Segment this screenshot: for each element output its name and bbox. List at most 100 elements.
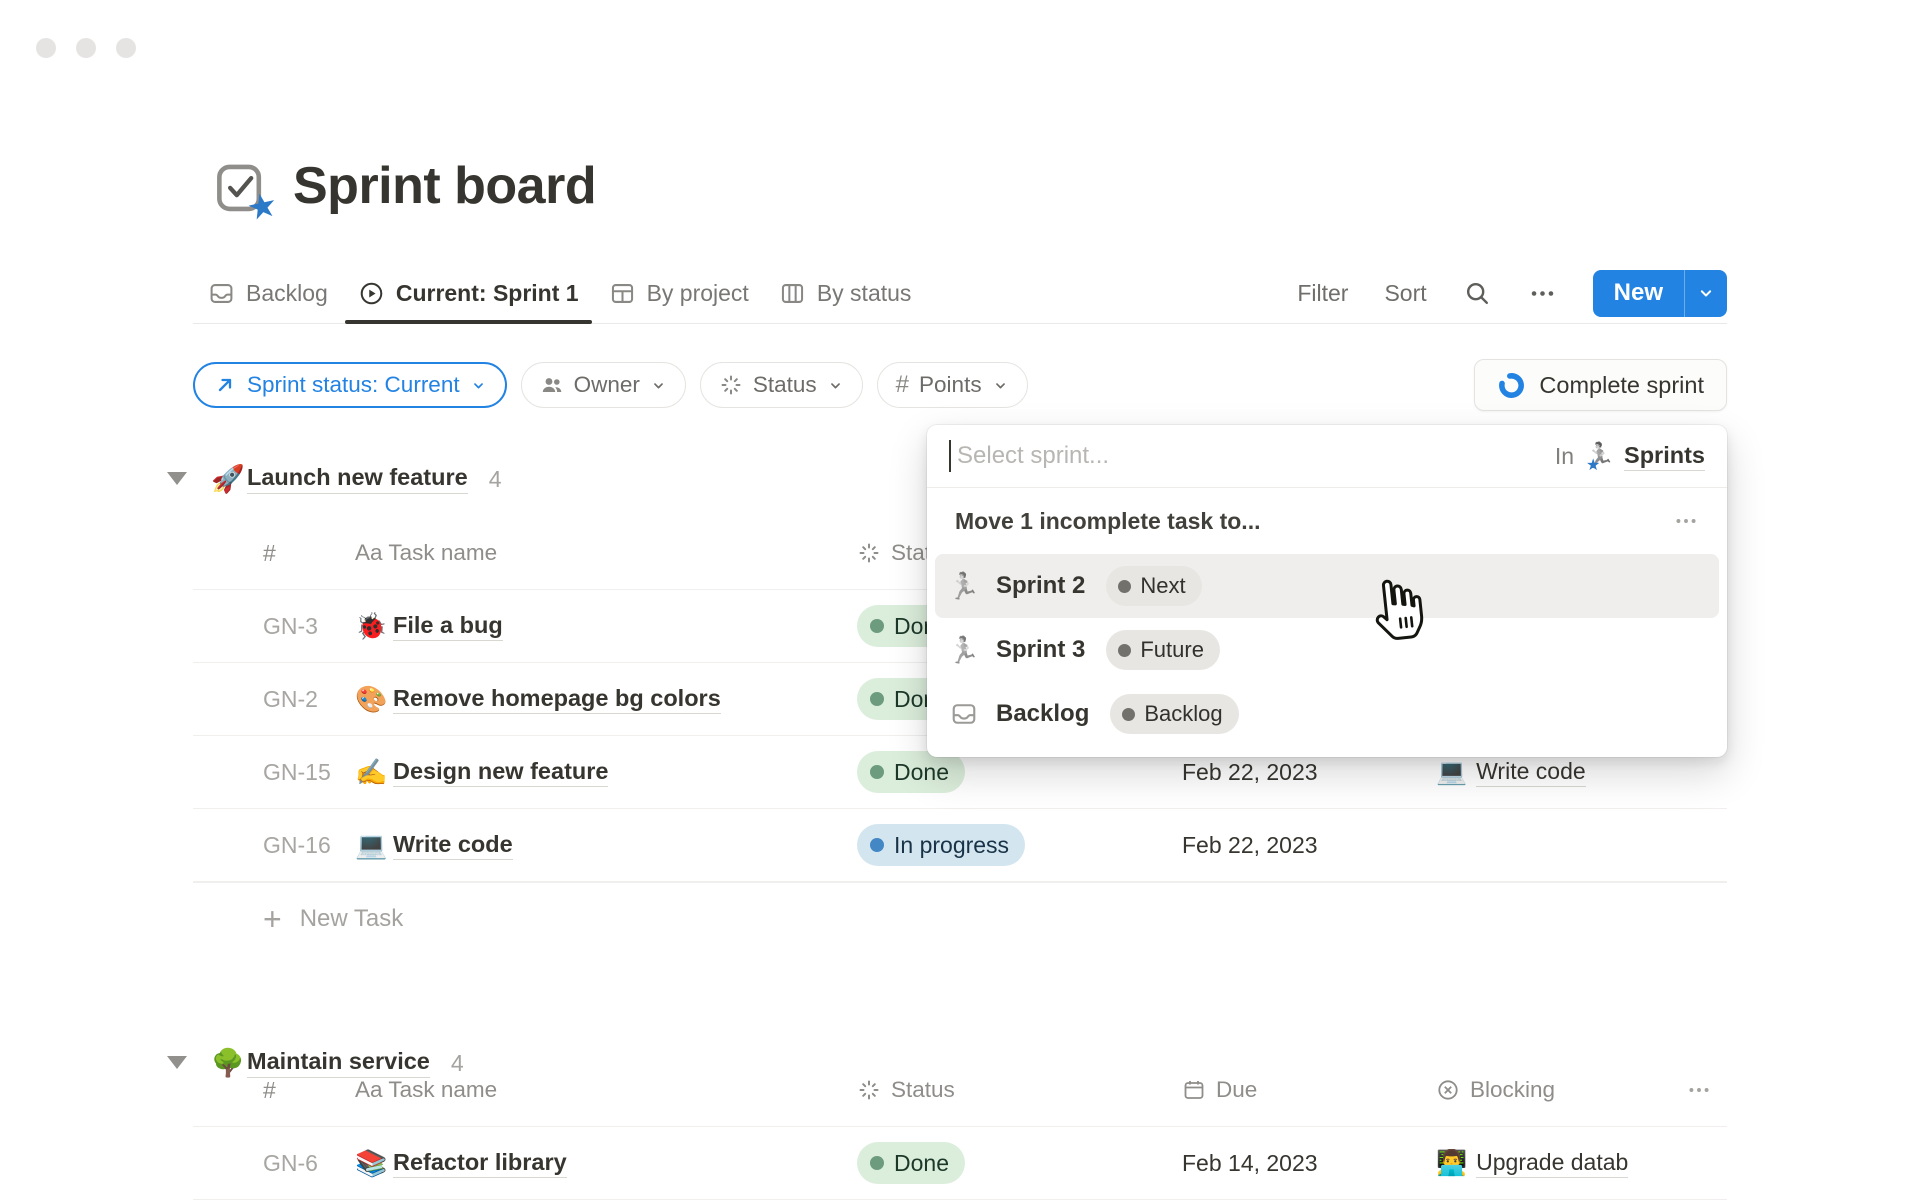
table-icon xyxy=(609,280,636,307)
column-header-task-name[interactable]: Aa Task name xyxy=(355,540,857,566)
column-header-label: Blocking xyxy=(1470,1077,1555,1103)
due-date[interactable]: Feb 14, 2023 xyxy=(1182,1150,1436,1177)
chevron-down-icon[interactable] xyxy=(1685,283,1727,303)
sprint-status-badge: Next xyxy=(1106,566,1201,606)
filter-chip-sprint-status[interactable]: Sprint status: Current xyxy=(193,362,507,408)
complete-sprint-button[interactable]: Complete sprint xyxy=(1474,359,1727,411)
tab-label: By status xyxy=(817,280,912,307)
option-backlog[interactable]: Backlog Backlog xyxy=(935,682,1719,746)
status-dot-icon xyxy=(870,619,884,633)
checkbox-star-icon[interactable]: ★ xyxy=(213,158,269,214)
sort-button[interactable]: Sort xyxy=(1384,280,1426,307)
due-date[interactable]: Feb 22, 2023 xyxy=(1182,832,1436,859)
group-title-link[interactable]: Launch new feature xyxy=(247,464,468,494)
sprint-status-badge: Backlog xyxy=(1110,694,1238,734)
plus-icon: + xyxy=(193,903,282,935)
complete-sprint-label: Complete sprint xyxy=(1539,372,1704,399)
scope-name-link[interactable]: Sprints xyxy=(1624,442,1705,471)
tab-backlog[interactable]: Backlog xyxy=(193,263,343,323)
tab-label: Current: Sprint 1 xyxy=(396,280,579,307)
table-row[interactable]: GN-16 💻 Write code In progress Feb 22, 2… xyxy=(193,808,1727,882)
task-emoji: 🐞 xyxy=(355,611,393,642)
task-name-link[interactable]: Design new feature xyxy=(393,758,608,787)
filter-chip-points[interactable]: # Points xyxy=(877,362,1028,408)
status-badge[interactable]: Done xyxy=(857,1142,965,1184)
status-badge[interactable]: In progress xyxy=(857,824,1025,866)
task-id: GN-3 xyxy=(193,613,355,640)
inbox-icon xyxy=(208,280,235,307)
blocking-cell[interactable]: 👨‍💻 Upgrade datab xyxy=(1436,1149,1686,1178)
sprint-search-input[interactable] xyxy=(955,441,1555,471)
task-emoji: 💻 xyxy=(355,830,393,861)
filter-button[interactable]: Filter xyxy=(1297,280,1348,307)
blocking-cell[interactable]: 💻 Write code xyxy=(1436,758,1686,787)
dropdown-search-row: In 🏃 ★ Sprints xyxy=(927,425,1727,488)
new-task-button[interactable]: + New Task xyxy=(193,882,1727,955)
due-date[interactable]: Feb 22, 2023 xyxy=(1182,759,1436,786)
view-tab-bar: Backlog Current: Sprint 1 xyxy=(193,263,1727,324)
column-header-label: Aa Task name xyxy=(355,540,497,566)
new-task-label: New Task xyxy=(300,905,404,933)
task-name-link[interactable]: File a bug xyxy=(393,612,503,641)
more-icon[interactable] xyxy=(1528,279,1557,308)
status-dot-icon xyxy=(870,765,884,779)
window-dot[interactable] xyxy=(76,38,96,58)
tab-by-status[interactable]: By status xyxy=(764,263,927,323)
sprint-select-dropdown: In 🏃 ★ Sprints Move 1 incomplete task to… xyxy=(927,425,1727,757)
window-dot[interactable] xyxy=(116,38,136,58)
blocking-task-emoji: 👨‍💻 xyxy=(1436,1149,1467,1178)
task-name-link[interactable]: Write code xyxy=(393,831,513,860)
task-emoji: 🎨 xyxy=(355,684,393,715)
star-icon: ★ xyxy=(243,187,280,227)
window-controls xyxy=(36,38,136,58)
chevron-down-icon xyxy=(650,377,667,394)
table-row[interactable]: GN-6 📚 Refactor library Done Feb 14, 202… xyxy=(193,1126,1727,1200)
chevron-down-icon xyxy=(470,377,487,394)
option-sprint-3[interactable]: 🏃 Sprint 3 Future xyxy=(935,618,1719,682)
column-header-blocking[interactable]: Blocking xyxy=(1436,1077,1686,1103)
tab-current-sprint[interactable]: Current: Sprint 1 xyxy=(343,263,594,323)
more-icon[interactable] xyxy=(1673,508,1699,534)
column-header-task-name[interactable]: Aa Task name xyxy=(355,1077,857,1103)
hash-icon: # xyxy=(896,373,909,397)
status-label: Done xyxy=(894,1150,949,1177)
page-title: Sprint board xyxy=(293,156,596,216)
task-id: GN-6 xyxy=(193,1150,355,1177)
filter-chip-status[interactable]: Status xyxy=(700,362,863,408)
status-dot-icon xyxy=(870,838,884,852)
column-header-id[interactable]: # xyxy=(193,1077,355,1104)
chip-label: Status xyxy=(753,372,817,398)
column-header-id[interactable]: # xyxy=(193,540,355,567)
collapse-toggle-icon[interactable] xyxy=(167,1056,187,1069)
filter-chip-owner[interactable]: Owner xyxy=(521,362,686,408)
spinner-icon xyxy=(857,541,881,565)
progress-circle-icon xyxy=(1497,371,1526,400)
more-icon[interactable] xyxy=(1686,1077,1727,1103)
search-icon[interactable] xyxy=(1463,279,1492,308)
new-button-label: New xyxy=(1593,279,1684,307)
option-sprint-2[interactable]: 🏃 Sprint 2 Next xyxy=(935,554,1719,618)
task-name-link[interactable]: Remove homepage bg colors xyxy=(393,685,721,714)
column-header-status[interactable]: Status xyxy=(857,1077,1182,1103)
status-label: Done xyxy=(894,759,949,786)
task-name-link[interactable]: Refactor library xyxy=(393,1149,567,1178)
window-dot[interactable] xyxy=(36,38,56,58)
status-badge[interactable]: Done xyxy=(857,751,965,793)
blocking-task-link[interactable]: Upgrade datab xyxy=(1476,1149,1628,1178)
status-dot-icon xyxy=(1118,644,1131,657)
new-button[interactable]: New xyxy=(1593,270,1727,317)
status-dot-icon xyxy=(870,692,884,706)
dropdown-options: 🏃 Sprint 2 Next 🏃 Sprint 3 Future Backlo… xyxy=(927,554,1727,746)
collapse-toggle-icon[interactable] xyxy=(167,472,187,485)
tab-by-project[interactable]: By project xyxy=(594,263,764,323)
blocking-task-link[interactable]: Write code xyxy=(1476,758,1586,787)
chip-label: Points xyxy=(919,372,982,398)
filter-chip-row: Sprint status: Current Owner xyxy=(193,356,1727,414)
chevron-down-icon xyxy=(827,377,844,394)
status-dot-icon xyxy=(1122,708,1135,721)
column-header-label: Status xyxy=(891,1077,955,1103)
task-id: GN-15 xyxy=(193,759,355,786)
column-header-due[interactable]: Due xyxy=(1182,1077,1436,1103)
search-scope[interactable]: In 🏃 ★ Sprints xyxy=(1555,442,1705,471)
chevron-down-icon xyxy=(992,377,1009,394)
